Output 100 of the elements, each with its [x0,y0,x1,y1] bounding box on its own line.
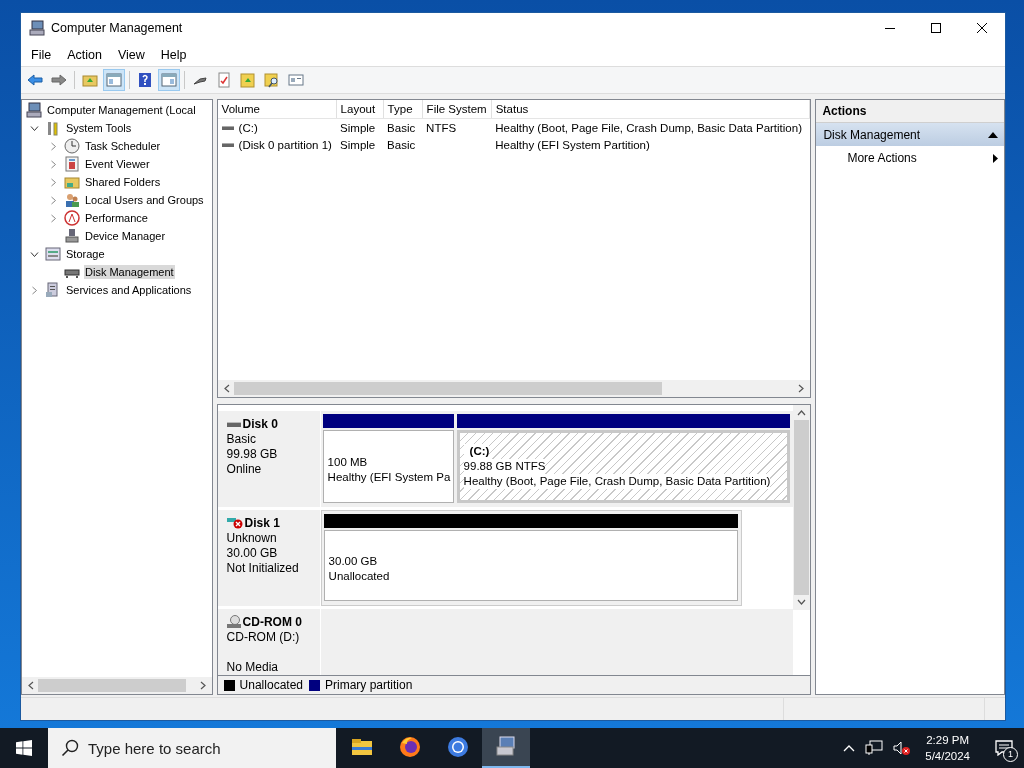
table-cell: Simple [340,121,376,134]
window-icon [288,72,304,88]
tree-item[interactable]: Storage [65,247,106,261]
horizontal-scrollbar[interactable] [22,677,212,694]
chevron-down-icon[interactable] [29,123,39,133]
scroll-thumb[interactable] [233,381,662,395]
scroll-down-icon[interactable] [797,598,807,606]
help-icon [137,72,153,88]
horizontal-scrollbar[interactable] [217,379,811,397]
tree-item[interactable]: Event Viewer [84,157,151,171]
drive-icon [221,141,234,150]
clock[interactable]: 2:29 PM 5/4/2024 [921,732,974,764]
speaker-muted-icon[interactable] [893,740,912,756]
menu-item[interactable]: View [109,45,153,64]
tree-item[interactable]: System Tools [65,121,133,135]
legend-label: Primary partition [325,678,413,693]
pane-icon [106,72,122,88]
scroll-left-icon[interactable] [27,681,34,690]
column-header[interactable]: Type [383,100,423,119]
computer-icon [494,735,518,759]
partition-size: 100 MB [327,455,369,471]
tree-item[interactable]: Shared Folders [84,175,162,189]
disk-info: Not Initialized [226,560,300,576]
chevron-down-icon[interactable] [29,249,39,259]
tree-item[interactable]: Local Users and Groups [84,193,205,207]
disk-name: Disk 1 [244,515,280,531]
device-icon [64,228,80,244]
back-arrow-icon [27,72,43,88]
disk-name: Disk 0 [242,416,278,432]
disk-error-icon [226,517,243,530]
chevron-right-icon[interactable] [48,141,58,151]
tree-item[interactable]: Task Scheduler [84,139,162,153]
collapse-icon[interactable] [988,131,998,138]
gauge-icon [64,210,80,226]
pane-heading: Actions [816,100,1004,123]
clock-time: 2:29 PM [925,733,970,748]
tree-item[interactable]: Performance [84,211,149,225]
column-header[interactable]: File System [422,100,492,119]
partition-block[interactable]: 100 MB Healthy (EFI System Pa [322,429,454,503]
notification-badge: 1 [1003,747,1018,762]
scroll-right-icon[interactable] [798,383,806,393]
search-icon [61,739,79,757]
table-cell: Basic [387,121,416,134]
vertical-scrollbar[interactable] [793,404,811,610]
pane-icon [161,72,177,88]
scroll-thumb[interactable] [794,419,810,595]
chevron-right-icon[interactable] [48,159,58,169]
folder-icon [82,72,98,88]
table-cell: (C:) [238,121,258,134]
chevron-right-icon[interactable] [48,213,58,223]
scroll-thumb[interactable] [38,679,186,692]
maximize-icon [931,23,941,33]
network-icon[interactable] [865,740,884,756]
scroll-up-icon[interactable] [797,408,807,416]
disk-name: CD-ROM 0 [242,614,302,630]
taskbar-app[interactable] [482,728,530,768]
column-header[interactable]: Status [491,100,810,119]
tree-item[interactable]: Device Manager [84,229,167,243]
menu-item[interactable]: Action [59,45,110,64]
storage-icon [45,246,61,262]
partition-block[interactable]: (C:) 99.88 GB NTFS Healthy (Boot, Page File, Crash Dump, Basic Data Partition) [456,429,791,503]
menu-item[interactable]: File [23,45,60,64]
partition-status: Healthy (Boot, Page File, Crash Dump, Basic Data Partition) [463,473,771,489]
close-icon [977,23,987,33]
chevron-right-icon[interactable] [48,195,58,205]
menu-item[interactable]: Help [152,45,195,64]
computer-icon [26,102,42,118]
partition-status: Unallocated [328,569,391,585]
checklist-icon [216,72,232,88]
submenu-arrow-icon [993,153,998,163]
action-section-header[interactable]: Disk Management [816,123,1004,146]
disk-info: 99.98 GB [226,446,279,462]
cd-drive-icon [226,615,241,630]
action-link[interactable]: More Actions [847,151,917,165]
partition-block[interactable]: 30.00 GB Unallocated [323,529,738,601]
column-header[interactable]: Volume [217,100,337,119]
tools-icon [45,120,61,136]
disk-info: CD-ROM (D:) [226,629,301,645]
scroll-left-icon[interactable] [222,383,230,393]
table-cell: (Disk 0 partition 1) [238,138,332,151]
chevron-right-icon[interactable] [29,285,39,295]
scroll-right-icon[interactable] [199,681,207,690]
table-cell: NTFS [426,121,457,134]
app-icon [29,20,45,36]
table-cell: Simple [340,138,376,151]
tree-item[interactable]: Computer Management (Local [46,103,197,117]
search-field[interactable]: Type here to search [48,728,336,768]
tree-item[interactable]: Disk Management [84,265,175,279]
chevron-right-icon[interactable] [48,177,58,187]
table-cell: Basic [387,138,416,151]
column-header[interactable]: Layout [336,100,384,119]
partition-size: 30.00 GB [328,554,379,570]
folder-icon [64,174,80,190]
message-icon [995,740,1013,756]
clock-date: 5/4/2024 [925,749,970,764]
log-icon [64,156,80,172]
notification-button[interactable]: 1 [984,728,1024,768]
chevron-up-icon[interactable] [843,744,856,752]
services-icon [45,282,61,298]
tree-item[interactable]: Services and Applications [65,283,193,297]
